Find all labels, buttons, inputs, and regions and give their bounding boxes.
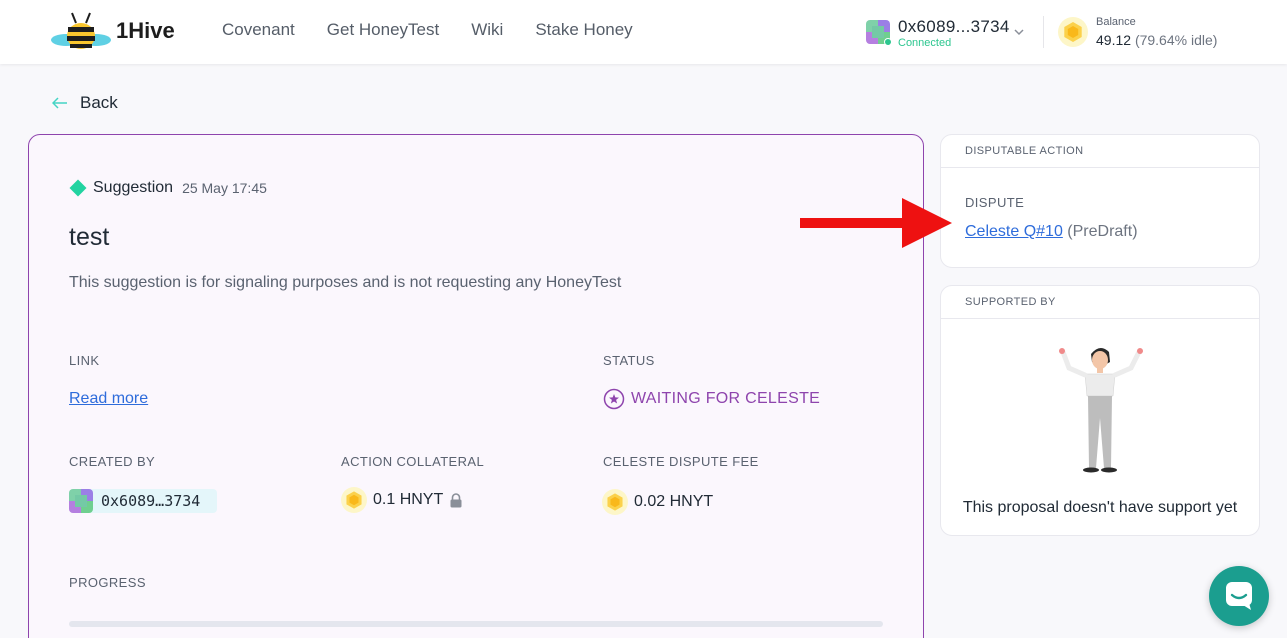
proposal-type-row: Suggestion 25 May 17:45 — [69, 179, 267, 197]
honey-coin-icon — [1058, 17, 1088, 47]
read-more-link[interactable]: Read more — [69, 390, 148, 408]
proposal-title: test — [69, 223, 110, 251]
proposal-card: Suggestion 25 May 17:45 test This sugges… — [28, 134, 924, 638]
balance-value: 49.12 (79.64% idle) — [1096, 32, 1217, 48]
balance-idle: (79.64% idle) — [1134, 32, 1218, 48]
account-status: Connected — [898, 37, 952, 49]
diamond-icon — [69, 179, 87, 197]
honey-coin-icon — [602, 489, 628, 515]
fee-label: CELESTE DISPUTE FEE — [603, 454, 759, 469]
top-header: 1Hive Covenant Get HoneyTest Wiki Stake … — [0, 0, 1287, 64]
collateral-label: ACTION COLLATERAL — [341, 454, 485, 469]
balance-label: Balance — [1096, 16, 1136, 28]
red-arrow-annotation — [800, 198, 952, 248]
fee-row: 0.02 HNYT — [602, 489, 713, 515]
created-by-label: CREATED BY — [69, 454, 156, 469]
disputable-action-card: DISPUTABLE ACTION DISPUTE Celeste Q#10 (… — [940, 134, 1260, 268]
dispute-label: DISPUTE — [965, 195, 1025, 210]
honey-coin-icon — [341, 487, 367, 513]
dispute-row: Celeste Q#10 (PreDraft) — [965, 223, 1138, 241]
progress-bar — [69, 621, 883, 627]
proposal-description: This suggestion is for signaling purpose… — [69, 274, 622, 291]
collateral-row: 0.1 HNYT — [341, 487, 463, 513]
header-divider — [1043, 16, 1044, 48]
chat-launcher-button[interactable] — [1209, 566, 1269, 626]
brand-name: 1Hive — [116, 18, 175, 43]
proposal-date: 25 May 17:45 — [182, 180, 267, 196]
creator-badge[interactable]: 0x6089…3734 — [69, 489, 217, 513]
account-address: 0x6089...3734 — [898, 17, 1010, 36]
lock-icon — [450, 492, 462, 507]
chat-icon — [1226, 582, 1252, 610]
nav-wiki[interactable]: Wiki — [471, 20, 503, 40]
status-label: STATUS — [603, 353, 655, 368]
account-button[interactable]: 0x6089...3734 Connected — [865, 16, 1030, 50]
creator-avatar — [69, 489, 93, 513]
progress-label: PROGRESS — [69, 575, 146, 590]
empty-state-illustration — [1059, 347, 1143, 473]
status-value: WAITING FOR CELESTE — [631, 390, 821, 407]
status-value-row: WAITING FOR CELESTE — [603, 388, 820, 410]
connected-dot — [884, 38, 892, 46]
supported-by-header: SUPPORTED BY — [941, 286, 1259, 319]
collateral-value: 0.1 HNYT — [373, 491, 444, 508]
back-button[interactable]: Back — [52, 92, 118, 114]
back-label: Back — [80, 93, 118, 112]
no-support-message: This proposal doesn't have support yet — [962, 499, 1238, 516]
supported-by-card: SUPPORTED BY This proposal doesn't have … — [940, 285, 1260, 536]
fee-value: 0.02 HNYT — [634, 493, 714, 510]
back-arrow-icon — [52, 97, 67, 109]
dispute-state: (PreDraft) — [1067, 223, 1138, 240]
proposal-type: Suggestion — [93, 179, 174, 196]
chevron-down-icon — [1014, 29, 1024, 36]
bee-logo-icon[interactable] — [50, 10, 112, 54]
disputable-action-title: DISPUTABLE ACTION — [965, 145, 1084, 157]
balance-amount: 49.12 — [1096, 32, 1132, 48]
nav-covenant[interactable]: Covenant — [222, 20, 295, 40]
nav-get-honeytest[interactable]: Get HoneyTest — [327, 20, 439, 40]
main-nav: Covenant Get HoneyTest Wiki Stake Honey — [222, 20, 633, 40]
supported-by-title: SUPPORTED BY — [965, 296, 1056, 308]
link-label: LINK — [69, 353, 100, 368]
disputable-action-header: DISPUTABLE ACTION — [941, 135, 1259, 168]
celeste-dispute-link[interactable]: Celeste Q#10 — [965, 223, 1063, 240]
creator-address: 0x6089…3734 — [101, 492, 201, 510]
status-star-icon — [603, 388, 625, 410]
nav-stake-honey[interactable]: Stake Honey — [535, 20, 632, 40]
